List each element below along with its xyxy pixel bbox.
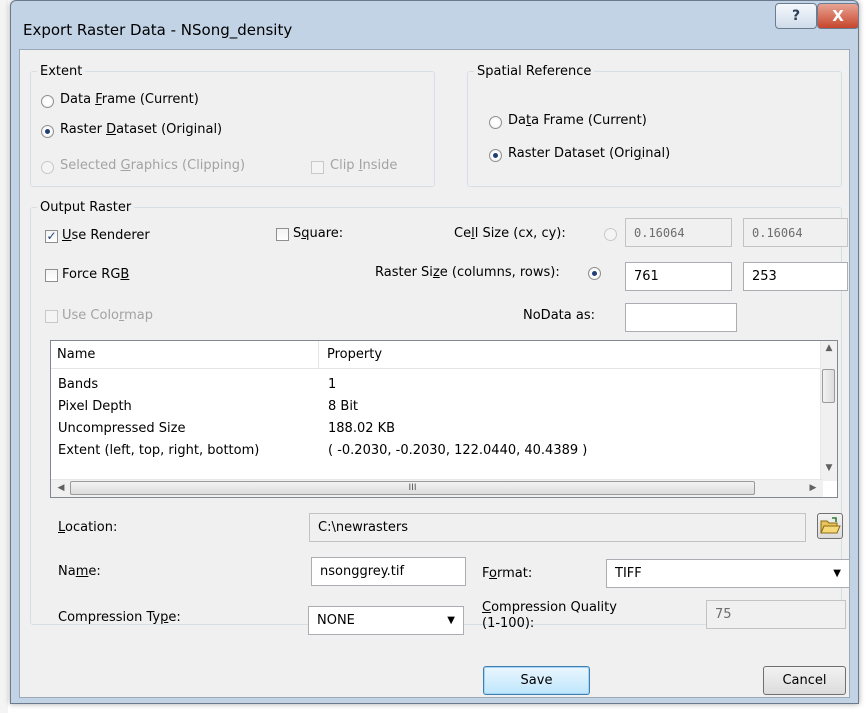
format-label: Format:: [482, 566, 533, 581]
list-header: Name Property: [51, 341, 823, 369]
format-select[interactable]: TIFF ▼: [606, 559, 850, 588]
location-label: Location:: [58, 520, 118, 535]
column-header-property[interactable]: Property: [319, 341, 823, 368]
clip-inside-label: Clip Inside: [330, 158, 398, 173]
use-renderer-checkbox[interactable]: ✓: [45, 230, 58, 243]
compression-quality-label: Compression Quality (1-100):: [482, 600, 617, 631]
horizontal-scroll-thumb[interactable]: III: [70, 481, 755, 495]
use-colormap-checkbox[interactable]: [45, 310, 58, 323]
close-button[interactable]: X: [817, 3, 859, 29]
raster-rows-input[interactable]: 253: [743, 262, 848, 291]
spatial-reference-legend: Spatial Reference: [477, 64, 592, 79]
window-title: Export Raster Data - NSong_density: [23, 21, 293, 39]
cell-size-radio[interactable]: [604, 228, 617, 241]
force-rgb-label[interactable]: Force RGB: [62, 267, 129, 282]
cell-size-cy-input[interactable]: 0.16064: [743, 218, 848, 247]
vertical-scroll-thumb[interactable]: [822, 369, 835, 403]
extent-legend: Extent: [40, 64, 83, 79]
cancel-button[interactable]: Cancel: [763, 666, 846, 695]
scroll-down-icon[interactable]: ▼: [821, 463, 837, 473]
extent-selected-graphics-radio[interactable]: [41, 161, 54, 174]
list-item[interactable]: Extent (left, top, right, bottom) ( -0.2…: [51, 441, 823, 462]
folder-open-icon: [820, 517, 841, 534]
spatial-data-frame-label[interactable]: Data Frame (Current): [508, 113, 647, 128]
use-colormap-label: Use Colormap: [62, 308, 154, 323]
close-icon: X: [832, 7, 844, 25]
help-button[interactable]: ?: [775, 3, 817, 29]
nodata-input[interactable]: [625, 303, 737, 332]
square-checkbox[interactable]: [276, 228, 289, 241]
spatial-raster-dataset-label[interactable]: Raster Dataset (Original): [508, 146, 670, 161]
location-input[interactable]: C:\newrasters: [309, 513, 806, 542]
scroll-right-icon[interactable]: ▶: [805, 483, 821, 493]
column-header-name[interactable]: Name: [51, 341, 319, 368]
cell-size-label: Cell Size (cx, cy):: [454, 226, 566, 241]
use-renderer-label[interactable]: Use Renderer: [62, 228, 150, 243]
extent-selected-graphics-label: Selected Graphics (Clipping): [60, 158, 246, 173]
scroll-left-icon[interactable]: ◀: [53, 483, 69, 493]
spatial-raster-dataset-radio[interactable]: [489, 149, 502, 162]
output-raster-legend: Output Raster: [40, 200, 132, 215]
name-label: Name:: [58, 564, 101, 579]
nodata-label: NoData as:: [523, 308, 595, 323]
chevron-down-icon: ▼: [833, 568, 841, 579]
save-button[interactable]: Save: [483, 666, 590, 695]
export-raster-dialog: Export Raster Data - NSong_density ? X E…: [10, 0, 859, 704]
raster-size-label: Raster Size (columns, rows):: [375, 265, 560, 280]
raster-size-radio[interactable]: [588, 267, 601, 280]
title-bar[interactable]: Export Raster Data - NSong_density ? X: [11, 1, 859, 49]
square-label[interactable]: Square:: [293, 226, 343, 241]
compression-quality-input[interactable]: 75: [706, 600, 846, 629]
clip-inside-checkbox[interactable]: [311, 161, 324, 174]
scroll-up-icon[interactable]: ▲: [821, 343, 837, 353]
compression-type-select[interactable]: NONE ▼: [308, 606, 464, 635]
browse-folder-button[interactable]: [817, 513, 843, 539]
spatial-data-frame-radio[interactable]: [489, 116, 502, 129]
extent-data-frame-radio[interactable]: [41, 95, 54, 108]
extent-raster-dataset-label[interactable]: Raster Dataset (Original): [60, 122, 222, 137]
chevron-down-icon: ▼: [447, 615, 455, 626]
name-input[interactable]: nsonggrey.tif: [311, 557, 466, 586]
help-icon: ?: [791, 8, 801, 24]
cell-size-cx-input[interactable]: 0.16064: [625, 218, 732, 247]
extent-data-frame-label[interactable]: Data Frame (Current): [60, 92, 199, 107]
list-item[interactable]: Pixel Depth 8 Bit: [51, 397, 823, 418]
force-rgb-checkbox[interactable]: [45, 269, 58, 282]
dialog-client-area: Extent Data Frame (Current) Raster Datas…: [19, 49, 850, 698]
desktop-background: [0, 0, 8, 713]
horizontal-scrollbar[interactable]: ◀ III ▶: [51, 479, 823, 497]
vertical-scrollbar[interactable]: ▲ ▼: [820, 341, 837, 481]
list-item[interactable]: Uncompressed Size 188.02 KB: [51, 419, 823, 440]
extent-raster-dataset-radio[interactable]: [41, 125, 54, 138]
compression-type-label: Compression Type:: [58, 610, 181, 625]
raster-columns-input[interactable]: 761: [625, 262, 732, 291]
raster-properties-list[interactable]: Name Property Bands 1 Pixel Depth 8 Bit …: [50, 340, 838, 498]
list-item[interactable]: Bands 1: [51, 375, 823, 396]
